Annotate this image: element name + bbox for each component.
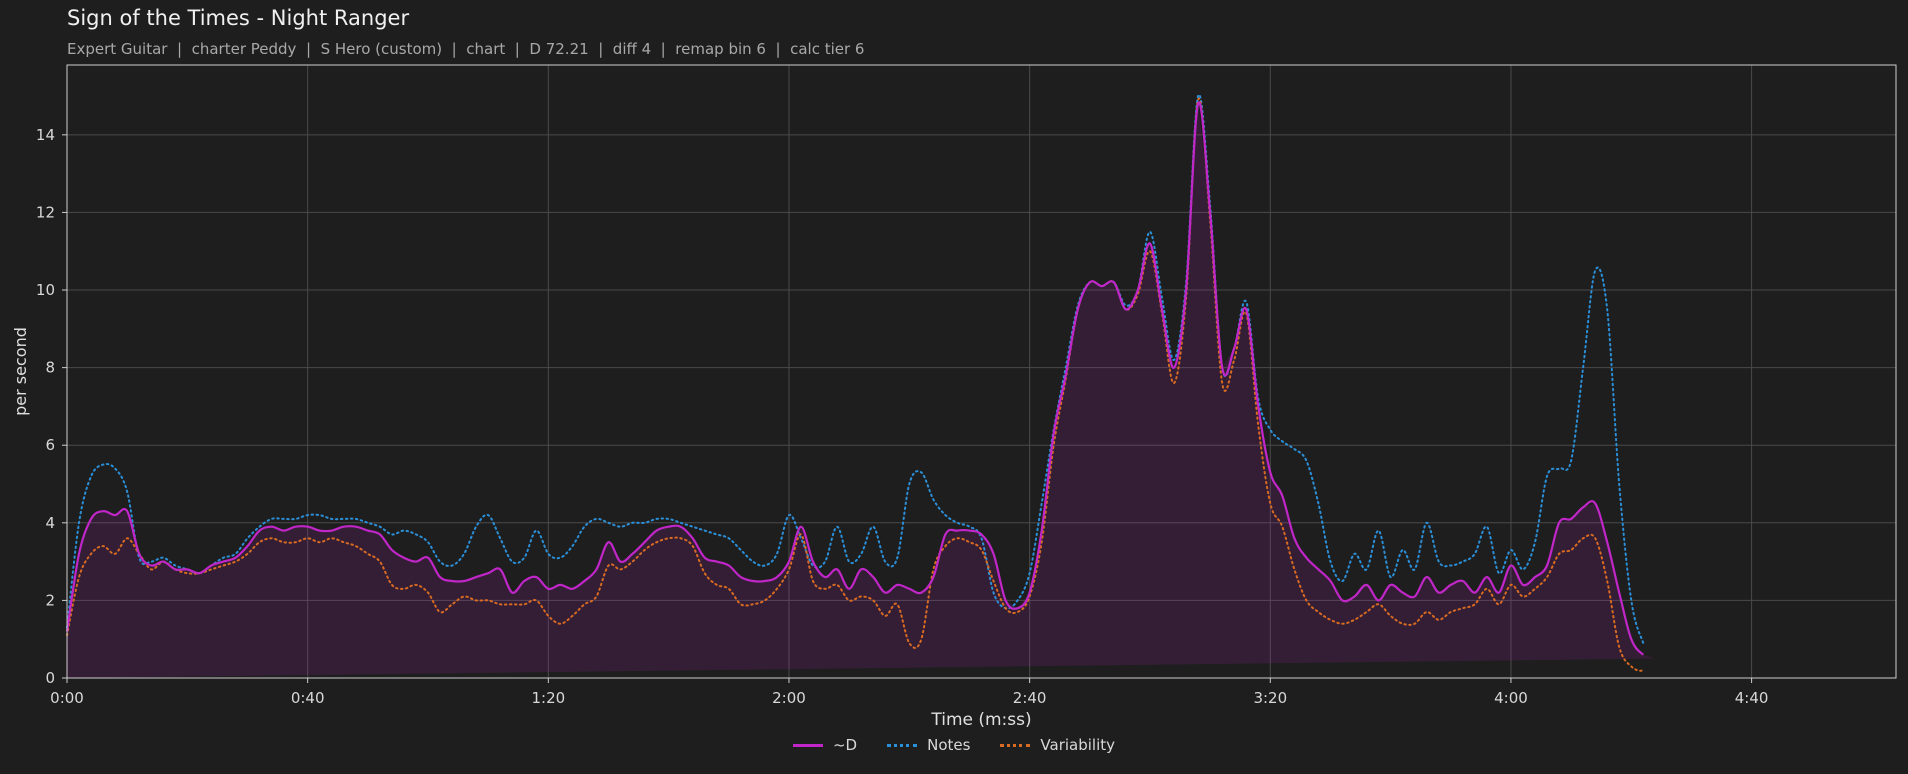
legend-swatch	[1000, 743, 1031, 747]
y-tick-label: 14	[36, 126, 55, 144]
y-tick-label: 12	[36, 203, 55, 221]
x-tick-label: 1:20	[531, 689, 565, 707]
y-tick-label: 10	[36, 281, 55, 299]
legend-item: Notes	[887, 736, 970, 754]
y-axis-label: per second	[11, 327, 30, 416]
legend-swatch	[887, 743, 918, 747]
legend-item: Variability	[1000, 736, 1115, 754]
legend-swatch	[792, 743, 823, 747]
chart-canvas: 0:00 0:40 1:20 2:00 2:40 3:20 4:00 4:40 0 2 4 6 8 10 1…	[11, 64, 1897, 730]
y-tick-label: 6	[45, 436, 55, 454]
x-tick-label: 0:00	[50, 689, 84, 707]
legend-label: ~D	[832, 736, 858, 754]
y-tick-label: 2	[45, 591, 55, 609]
x-tick-label: 4:40	[1735, 689, 1769, 707]
legend-label: Notes	[927, 736, 971, 754]
y-tick-label: 0	[45, 669, 55, 687]
x-tick-label: 2:40	[1013, 689, 1047, 707]
x-tick-label: 4:00	[1494, 689, 1528, 707]
y-tick-label: 4	[45, 514, 55, 532]
legend-label: Variability	[1040, 736, 1116, 754]
x-tick-label: 0:40	[291, 689, 325, 707]
x-axis-label: Time (m:ss)	[930, 710, 1031, 730]
y-tick-label: 8	[45, 359, 55, 377]
legend-item: ~D	[792, 736, 858, 754]
x-tick-label: 2:00	[772, 689, 806, 707]
x-tick-label: 3:20	[1253, 689, 1287, 707]
chart-legend: ~D Notes Variability	[0, 736, 1908, 754]
